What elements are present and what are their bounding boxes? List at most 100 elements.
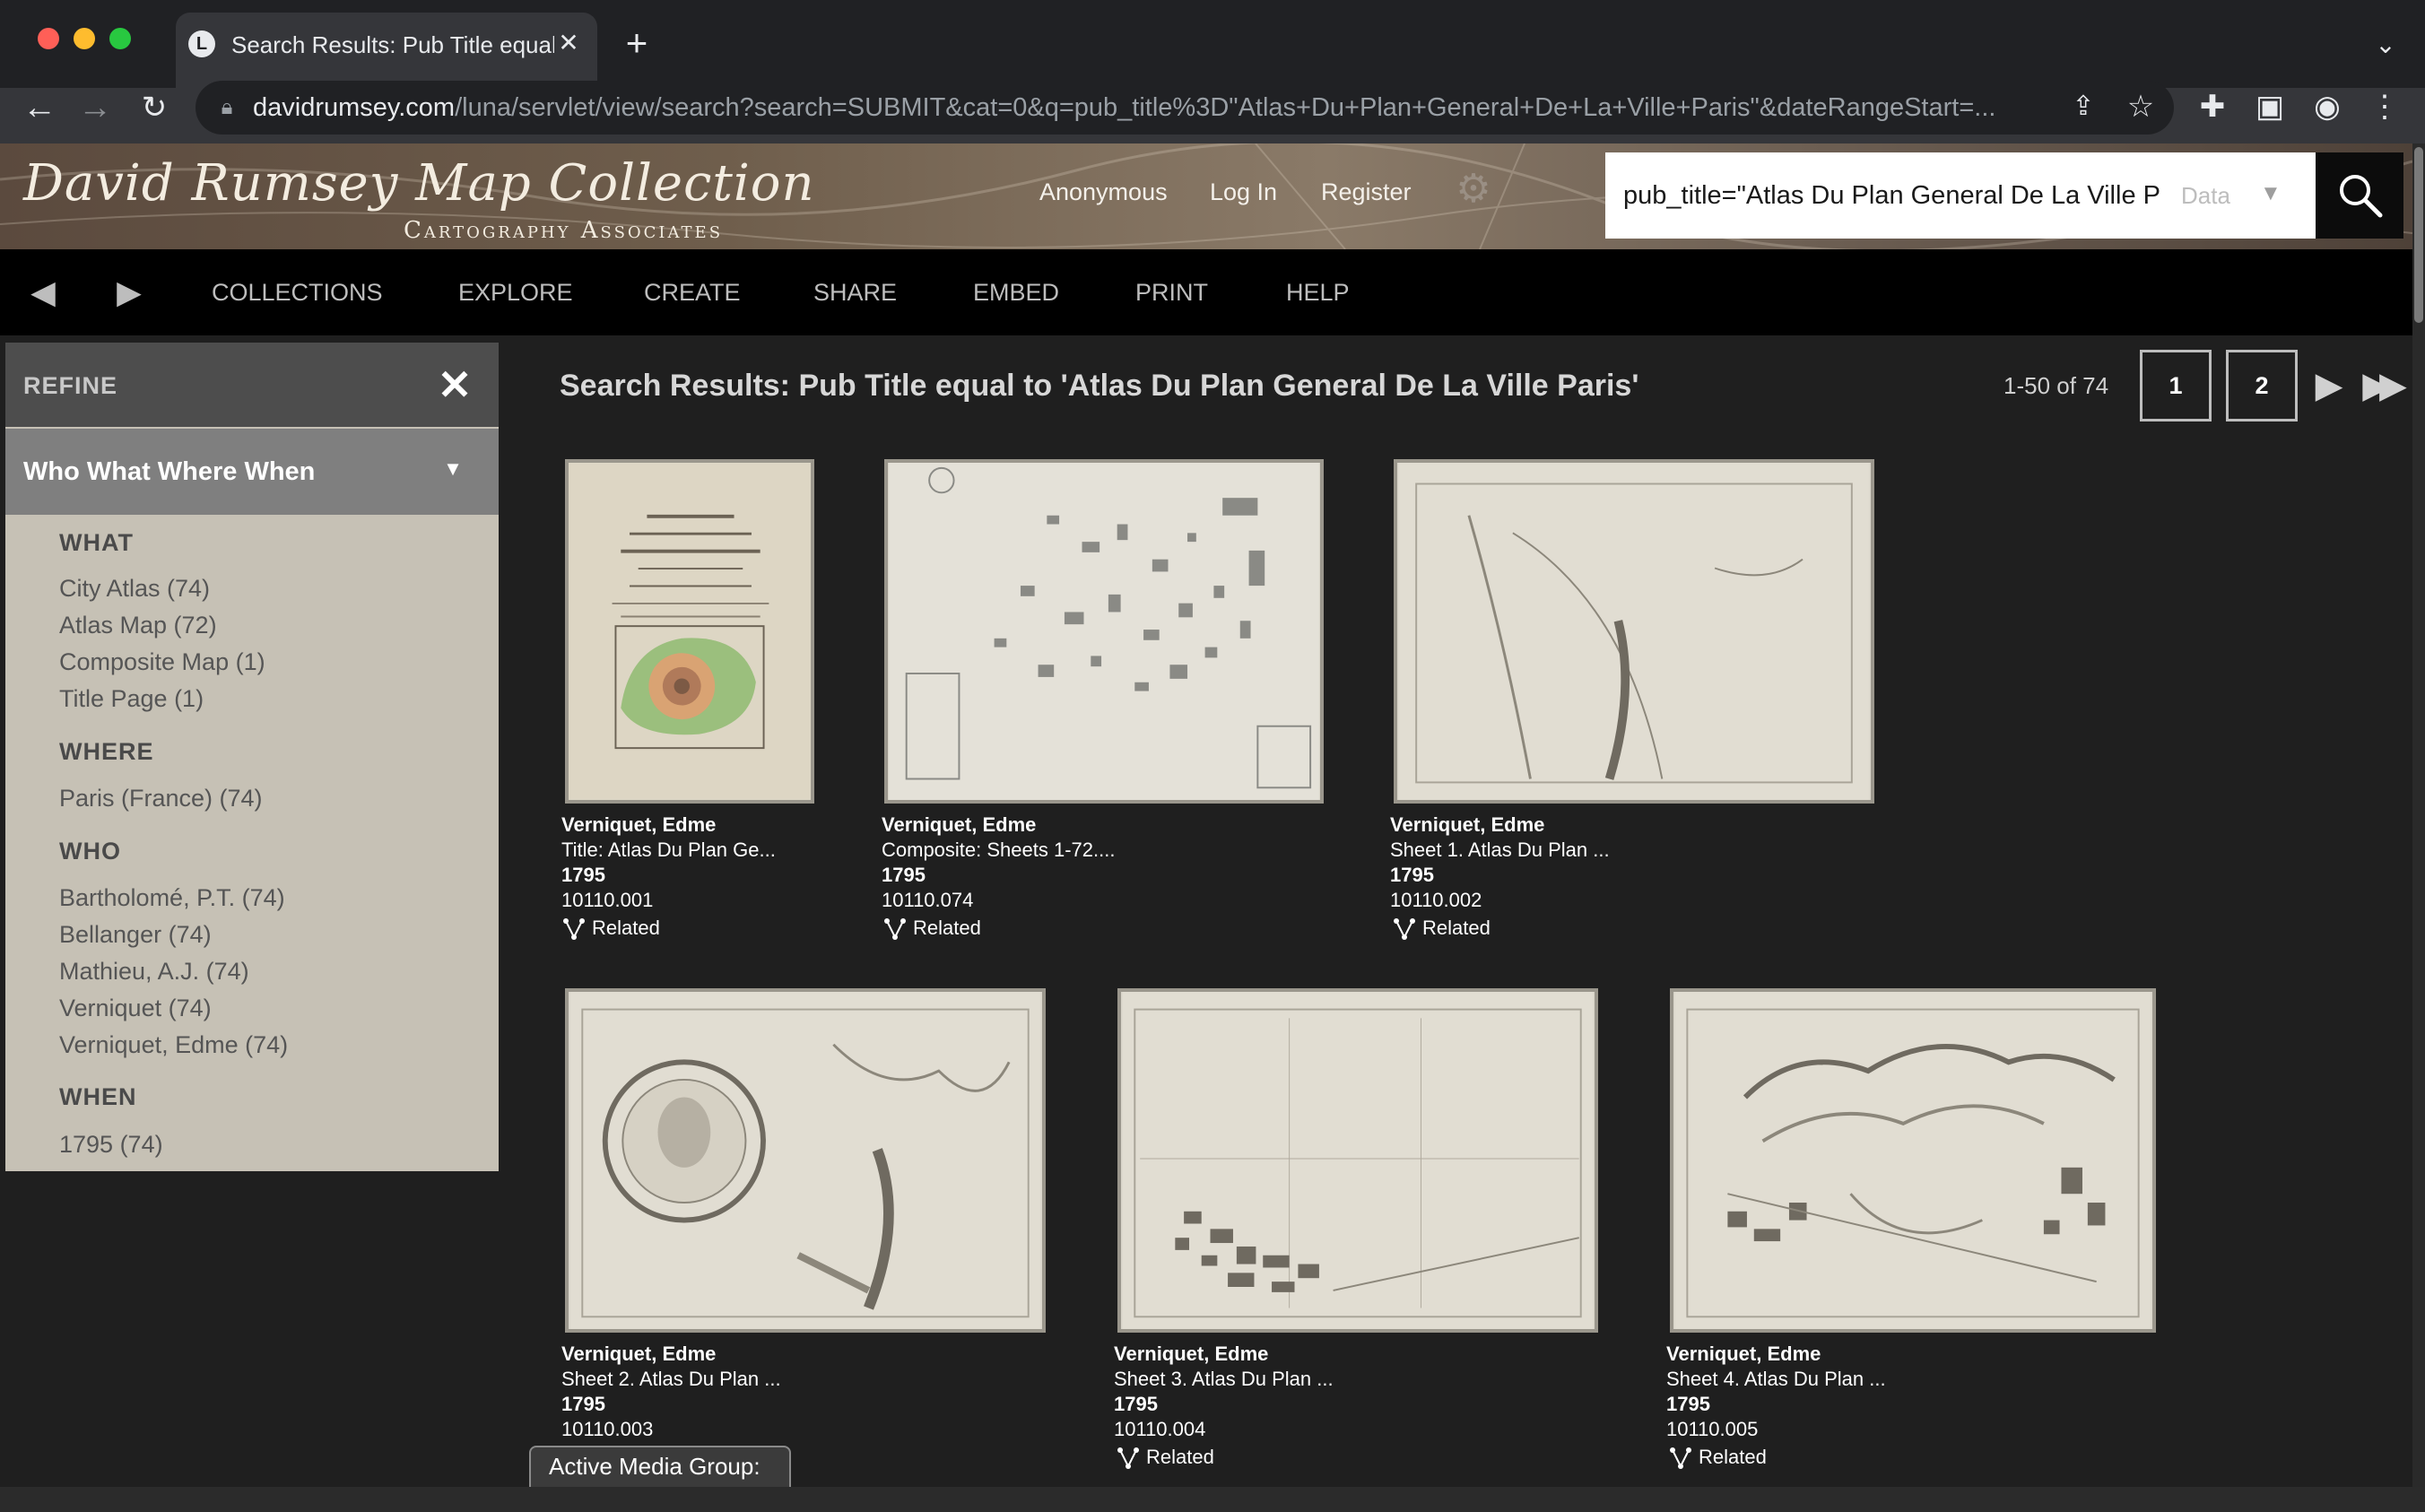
bottom-bar <box>0 1487 2425 1512</box>
tab-search-chevron-icon[interactable]: ⌄ <box>2368 27 2403 63</box>
related-link[interactable]: Related <box>1146 1444 1214 1471</box>
menu-icon[interactable]: ⋮ <box>2364 86 2405 127</box>
page-button-1[interactable]: 1 <box>2140 350 2212 421</box>
result-title[interactable]: Sheet 1. Atlas Du Plan ... <box>1390 838 1610 863</box>
new-tab-icon[interactable]: + <box>619 23 655 63</box>
nav-create[interactable]: CREATE <box>644 276 741 308</box>
tab-favicon-icon: L <box>188 30 215 57</box>
related-link[interactable]: Related <box>1699 1444 1767 1471</box>
result-year: 1795 <box>882 864 926 886</box>
nav-collections[interactable]: COLLECTIONS <box>212 276 383 308</box>
logo-subtitle: Cartography Associates <box>404 217 724 244</box>
result-title[interactable]: Title: Atlas Du Plan Ge... <box>561 838 776 863</box>
nav-help[interactable]: HELP <box>1286 276 1350 308</box>
star-icon[interactable]: ☆ <box>2120 86 2161 127</box>
facet-item[interactable]: Paris (France) (74) <box>59 783 263 813</box>
result-thumbnail[interactable] <box>565 988 1046 1333</box>
search-scope-select[interactable]: Data <box>2181 178 2244 213</box>
related-icon[interactable] <box>1392 917 1417 942</box>
last-page-icon[interactable]: ▶▶ <box>2357 357 2407 414</box>
back-icon[interactable]: ← <box>14 83 65 133</box>
facet-category-who: WHO <box>59 838 121 865</box>
profile-icon[interactable]: ◉ <box>2307 86 2348 127</box>
search-icon[interactable] <box>2335 170 2386 221</box>
related-icon[interactable] <box>1668 1446 1693 1471</box>
next-page-icon[interactable]: ▶ <box>2307 357 2351 414</box>
result-author[interactable]: Verniquet, Edme <box>1390 812 1544 838</box>
result-title[interactable]: Sheet 2. Atlas Du Plan ... <box>561 1367 781 1392</box>
login-link[interactable]: Log In <box>1210 176 1277 208</box>
nav-embed[interactable]: EMBED <box>973 276 1059 308</box>
register-link[interactable]: Register <box>1321 176 1412 208</box>
nav-share[interactable]: SHARE <box>813 276 897 308</box>
refine-title: REFINE <box>23 372 118 399</box>
facet-item[interactable]: City Atlas (74) <box>59 573 210 604</box>
gear-icon[interactable]: ⚙ <box>1453 169 1494 210</box>
result-title[interactable]: Composite: Sheets 1-72.... <box>882 838 1115 863</box>
share-icon[interactable]: ⇪ <box>2063 86 2104 127</box>
facet-item[interactable]: 1795 (74) <box>59 1129 163 1160</box>
chevron-down-icon[interactable]: ▼ <box>2260 176 2287 212</box>
result-thumbnail[interactable] <box>1394 459 1874 804</box>
result-author[interactable]: Verniquet, Edme <box>561 1342 716 1367</box>
facet-item[interactable]: Bartholomé, P.T. (74) <box>59 882 285 913</box>
page-scrollbar[interactable] <box>2412 143 2425 1487</box>
result-author[interactable]: Verniquet, Edme <box>1114 1342 1268 1367</box>
facet-item[interactable]: Composite Map (1) <box>59 647 265 677</box>
nav-explore[interactable]: EXPLORE <box>458 276 573 308</box>
active-media-group-tab[interactable]: Active Media Group: <box>529 1446 791 1487</box>
result-author[interactable]: Verniquet, Edme <box>1666 1342 1821 1367</box>
reload-icon[interactable]: ↻ <box>129 83 179 133</box>
sheet-2-thumbnail <box>569 992 1041 1329</box>
nav-back-arrow-icon[interactable]: ◀ <box>25 269 61 316</box>
anonymous-link[interactable]: Anonymous <box>1039 176 1168 208</box>
facet-item[interactable]: Verniquet (74) <box>59 993 212 1023</box>
minimize-window-button[interactable] <box>74 28 95 49</box>
logo-title[interactable]: David Rumsey Map Collection <box>23 154 814 213</box>
result-author[interactable]: Verniquet, Edme <box>882 812 1036 838</box>
result-thumbnail[interactable] <box>1117 988 1598 1333</box>
result-title[interactable]: Sheet 3. Atlas Du Plan ... <box>1114 1367 1334 1392</box>
related-icon[interactable] <box>882 917 908 942</box>
related-icon[interactable] <box>561 917 587 942</box>
sheet-3-thumbnail <box>1122 992 1594 1329</box>
result-thumbnail[interactable] <box>884 459 1324 804</box>
facet-item[interactable]: Mathieu, A.J. (74) <box>59 956 249 986</box>
extensions-icon[interactable]: ✚ <box>2192 86 2233 127</box>
result-thumbnail[interactable] <box>565 459 814 804</box>
url-path: /luna/servlet/view/search?search=SUBMIT&… <box>455 93 1996 122</box>
result-year: 1795 <box>1666 1393 1710 1415</box>
page-scrollbar-thumb[interactable] <box>2414 147 2423 323</box>
facet-item[interactable]: Atlas Map (72) <box>59 610 217 640</box>
result-author[interactable]: Verniquet, Edme <box>561 812 716 838</box>
related-link[interactable]: Related <box>592 915 660 942</box>
url-domain: davidrumsey.com <box>253 93 456 122</box>
result-title[interactable]: Sheet 4. Atlas Du Plan ... <box>1666 1367 1886 1392</box>
facet-category-when: WHEN <box>59 1083 137 1110</box>
sheet-1-thumbnail <box>1398 463 1870 800</box>
zoom-window-button[interactable] <box>109 28 131 49</box>
chevron-down-icon[interactable]: ▼ <box>439 456 466 482</box>
search-input[interactable] <box>1623 178 2161 213</box>
result-year: 1795 <box>1114 1393 1158 1415</box>
result-id: 10110.004 <box>1114 1418 1206 1440</box>
sidepanel-icon[interactable]: ▣ <box>2249 86 2290 127</box>
facet-group-title[interactable]: Who What Where When <box>23 456 400 488</box>
result-year: 1795 <box>1390 864 1434 886</box>
url-text[interactable]: davidrumsey.com/luna/servlet/view/search… <box>253 91 2038 124</box>
result-thumbnail[interactable] <box>1670 988 2156 1333</box>
facet-item[interactable]: Bellanger (74) <box>59 919 212 950</box>
page-button-2[interactable]: 2 <box>2226 350 2298 421</box>
facet-item[interactable]: Verniquet, Edme (74) <box>59 1030 288 1060</box>
forward-icon[interactable]: → <box>70 83 120 133</box>
facet-item[interactable]: Title Page (1) <box>59 683 204 714</box>
lock-icon[interactable]: 🔒︎ <box>213 93 240 122</box>
nav-forward-arrow-icon[interactable]: ▶ <box>111 269 147 316</box>
close-window-button[interactable] <box>38 28 59 49</box>
related-link[interactable]: Related <box>1422 915 1491 942</box>
close-icon[interactable]: ✕ <box>434 362 475 407</box>
nav-print[interactable]: PRINT <box>1135 276 1208 308</box>
related-icon[interactable] <box>1116 1446 1141 1471</box>
tab-close-icon[interactable]: ✕ <box>554 27 583 59</box>
related-link[interactable]: Related <box>913 915 981 942</box>
